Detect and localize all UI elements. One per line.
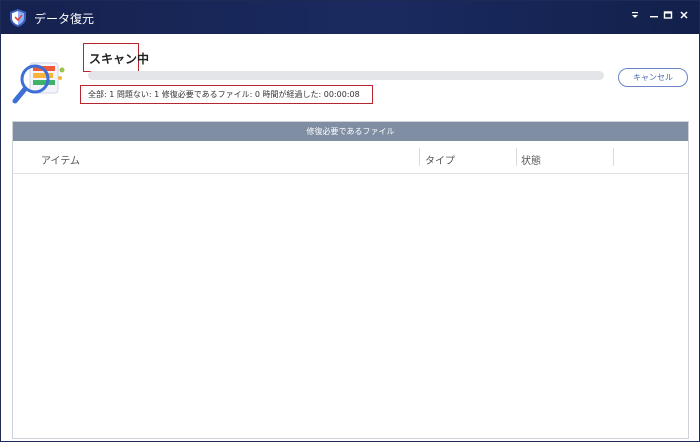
column-header-status[interactable]: 状態 — [521, 152, 541, 167]
table-body — [13, 174, 688, 438]
panel-header: 修復必要であるファイル — [13, 122, 688, 141]
shield-logo-icon — [10, 9, 26, 27]
scan-progress-bar — [88, 71, 604, 80]
repair-files-panel: 修復必要であるファイル アイテム タイプ 状態 — [12, 121, 689, 439]
column-header-item[interactable]: アイテム — [41, 152, 80, 167]
title-bar[interactable]: データ復元 — [1, 1, 699, 34]
scan-status-title: スキャン中 — [89, 52, 150, 66]
close-icon[interactable] — [678, 10, 690, 24]
column-header-type[interactable]: タイプ — [425, 152, 455, 167]
magnifier-scan-icon — [12, 62, 65, 104]
scan-summary-text: 全部: 1 問題ない: 1 修復必要であるファイル: 0 時間が経過した: 00… — [88, 90, 360, 99]
app-window: データ復元 スキャン中 全部: 1 問題ない: 1 修復必要であるファイル: 0… — [0, 0, 700, 442]
column-divider[interactable] — [613, 148, 614, 166]
window-title: データ復元 — [34, 12, 95, 26]
dropdown-icon[interactable] — [629, 10, 641, 24]
column-divider[interactable] — [516, 148, 517, 166]
cancel-button[interactable]: キャンセル — [618, 68, 688, 87]
table-header: アイテム タイプ 状態 — [13, 141, 688, 174]
minimize-icon[interactable] — [648, 10, 660, 24]
column-divider[interactable] — [419, 148, 420, 166]
maximize-icon[interactable] — [662, 10, 674, 24]
